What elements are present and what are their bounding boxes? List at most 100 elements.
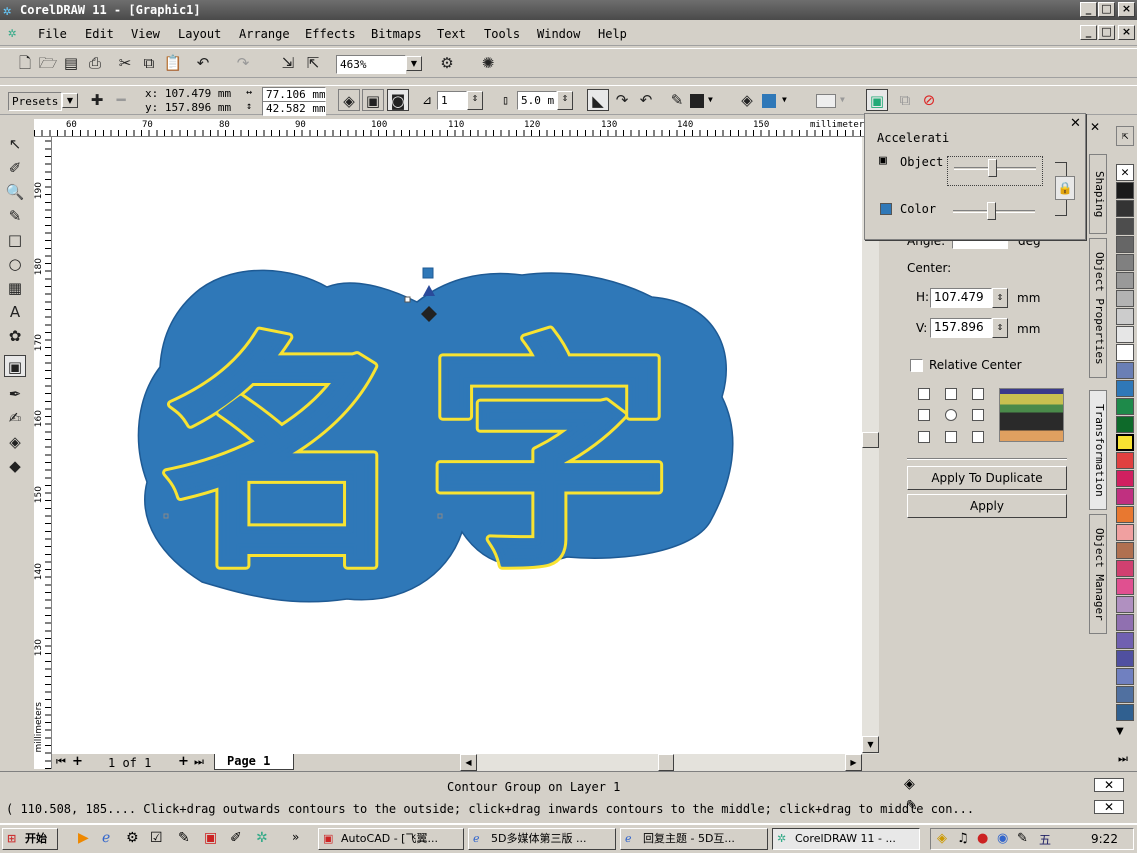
tray-icon[interactable]: ◉ <box>997 831 1008 846</box>
menu-window[interactable]: Window <box>537 27 580 41</box>
clear-contour-icon[interactable]: ⊘ <box>918 89 940 111</box>
swatch[interactable] <box>1116 578 1134 595</box>
swatch[interactable] <box>1116 362 1134 379</box>
docker-close-icon[interactable]: ✕ <box>1090 120 1100 134</box>
relative-center-checkbox[interactable] <box>910 359 923 372</box>
swatch[interactable] <box>1116 560 1134 577</box>
doc-minimize-button[interactable]: _ <box>1080 25 1097 40</box>
menu-bitmaps[interactable]: Bitmaps <box>371 27 422 41</box>
quicklaunch-icon[interactable]: ☑ <box>150 830 163 846</box>
outline-tool-icon[interactable]: ✍ <box>4 407 26 429</box>
swatch[interactable] <box>1116 596 1134 613</box>
ime-icon[interactable]: 五 <box>1039 831 1051 848</box>
new-icon[interactable]: 🗋 <box>14 52 36 74</box>
swatch[interactable] <box>1116 632 1134 649</box>
quicklaunch-icon[interactable]: ⚙ <box>126 830 139 846</box>
swatch[interactable] <box>1116 524 1134 541</box>
eyedropper-tool-icon[interactable]: ✒ <box>4 383 26 405</box>
outline-color-swatch[interactable] <box>690 94 704 108</box>
remove-preset-icon[interactable]: ━ <box>110 89 132 111</box>
apply-button[interactable]: Apply <box>907 494 1067 518</box>
contour-offset-field[interactable]: 5.0 m <box>517 91 557 110</box>
menu-edit[interactable]: Edit <box>85 27 114 41</box>
swatch[interactable] <box>1116 488 1134 505</box>
drawing-canvas[interactable]: 名字 名字 <box>52 137 862 754</box>
scroll-down-button[interactable]: ▼ <box>862 736 879 753</box>
center-h-field[interactable]: 107.479 <box>930 288 992 308</box>
swatch[interactable] <box>1116 254 1134 271</box>
copy-icon[interactable]: ⧉ <box>138 52 160 74</box>
swatch[interactable] <box>1116 452 1134 469</box>
minimize-button[interactable]: _ <box>1080 2 1097 17</box>
accelerate-icon[interactable]: ▣ <box>866 89 888 111</box>
swatch[interactable] <box>1116 308 1134 325</box>
zoom-field[interactable]: 463% <box>336 55 406 74</box>
swatch[interactable] <box>1116 434 1134 451</box>
contour-tool-icon[interactable]: ▣ <box>4 355 26 377</box>
swatch[interactable] <box>1116 704 1134 721</box>
tab-transformation[interactable]: Transformation <box>1089 390 1107 510</box>
y-position-field[interactable]: y: 157.896 mm <box>142 101 236 116</box>
swatch[interactable] <box>1116 290 1134 307</box>
cut-icon[interactable]: ✂ <box>114 52 136 74</box>
swatch[interactable] <box>1116 200 1134 217</box>
redo-icon[interactable]: ↷ <box>232 52 254 74</box>
import-icon[interactable]: ⇲ <box>277 52 299 74</box>
application-launcher-icon[interactable]: ⚙ <box>436 52 458 74</box>
contour-group[interactable]: 名字 名字 <box>137 269 734 605</box>
rectangle-tool-icon[interactable]: □ <box>4 229 26 251</box>
horizontal-ruler[interactable]: 60 70 80 90 100 110 120 130 140 150 mill… <box>34 119 866 137</box>
corel-online-icon[interactable]: ✺ <box>477 52 499 74</box>
swatch[interactable] <box>1116 344 1134 361</box>
polygon-tool-icon[interactable]: ▦ <box>4 277 26 299</box>
swatch[interactable] <box>1116 272 1134 289</box>
palette-scroll-up-icon[interactable]: ⇱ <box>1116 126 1134 146</box>
swatch[interactable] <box>1116 542 1134 559</box>
swatch[interactable] <box>1116 326 1134 343</box>
palette-expand-icon[interactable]: ⏭ <box>1118 752 1128 766</box>
page-tab[interactable]: Page 1 <box>214 754 294 770</box>
artwork[interactable]: 名字 名字 <box>52 137 862 754</box>
swatch[interactable] <box>1116 614 1134 631</box>
undo-icon[interactable]: ↶ <box>192 52 214 74</box>
export-icon[interactable]: ⇱ <box>302 52 324 74</box>
tab-shaping[interactable]: Shaping <box>1089 154 1107 234</box>
menu-view[interactable]: View <box>131 27 160 41</box>
offset-spinner[interactable]: ⇕ <box>557 91 573 110</box>
print-icon[interactable]: ⎙ <box>84 52 106 74</box>
scroll-thumb[interactable] <box>862 432 879 448</box>
ellipse-tool-icon[interactable]: ○ <box>4 253 26 275</box>
menu-layout[interactable]: Layout <box>178 27 221 41</box>
link-accel-lock-icon[interactable]: 🔒 <box>1055 176 1075 200</box>
tab-object-properties[interactable]: Object Properties <box>1089 238 1107 378</box>
save-icon[interactable]: ▤ <box>60 52 82 74</box>
presets-dropdown[interactable]: ▼ <box>62 93 78 108</box>
copy-contour-icon[interactable]: ⧉ <box>894 89 916 111</box>
counterclockwise-color-icon[interactable]: ↶ <box>635 89 657 111</box>
palette-scroll-down-icon[interactable]: ▼ <box>1116 726 1124 737</box>
add-page-before-icon[interactable]: + <box>72 754 83 769</box>
menu-arrange[interactable]: Arrange <box>239 27 290 41</box>
clockwise-color-icon[interactable]: ↷ <box>611 89 633 111</box>
color-accel-slider[interactable] <box>947 200 1043 230</box>
fill-color-swatch[interactable] <box>762 94 776 108</box>
contour-handle-start[interactable] <box>422 267 434 279</box>
close-button[interactable]: × <box>1118 2 1135 17</box>
zoom-tool-icon[interactable]: 🔍 <box>4 181 26 203</box>
menu-help[interactable]: Help <box>598 27 627 41</box>
quicklaunch-icon[interactable]: ✐ <box>230 830 242 846</box>
linear-color-icon[interactable]: ◣ <box>587 89 609 111</box>
x-position-field[interactable]: x: 107.479 mm <box>142 87 236 102</box>
fill-tool-icon[interactable]: ◈ <box>4 431 26 453</box>
steps-spinner[interactable]: ⇕ <box>467 91 483 110</box>
swatch[interactable] <box>1116 506 1134 523</box>
menu-effects[interactable]: Effects <box>305 27 356 41</box>
menu-file[interactable]: File <box>38 27 67 41</box>
swatch[interactable] <box>1116 380 1134 397</box>
quicklaunch-icon[interactable]: ▣ <box>204 830 217 846</box>
ie-icon[interactable]: ℯ <box>102 830 110 846</box>
anchor-grid[interactable] <box>918 388 986 444</box>
swatch[interactable] <box>1116 398 1134 415</box>
menu-tools[interactable]: Tools <box>484 27 520 41</box>
menu-text[interactable]: Text <box>437 27 466 41</box>
